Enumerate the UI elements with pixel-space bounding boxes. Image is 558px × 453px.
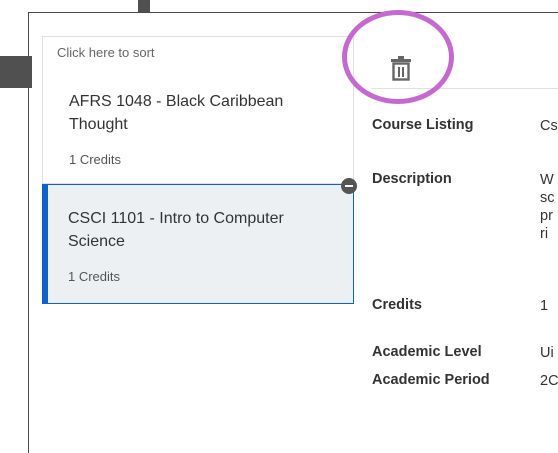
- detail-value: 2C: [540, 373, 558, 389]
- detail-academic-period: Academic Period 2C: [372, 372, 558, 389]
- detail-description: Description W sc pr ri: [372, 171, 555, 242]
- detail-label: Credits: [372, 297, 422, 313]
- detail-value: W sc pr ri: [540, 172, 555, 242]
- detail-course-listing: Course Listing Cs: [372, 117, 558, 134]
- background-bar: [0, 56, 32, 88]
- course-item-afrs-1048[interactable]: AFRS 1048 - Black Caribbean Thought 1 Cr…: [42, 68, 354, 184]
- detail-value: Cs: [540, 118, 558, 134]
- window-fragment: [138, 0, 150, 12]
- course-item-csci-1101[interactable]: CSCI 1101 - Intro to Computer Science 1 …: [42, 184, 354, 304]
- detail-label: Course Listing: [372, 117, 474, 133]
- detail-academic-level: Academic Level Ui: [372, 344, 554, 361]
- sort-input[interactable]: Click here to sort: [42, 36, 354, 68]
- detail-value: Ui: [540, 345, 554, 361]
- course-title: CSCI 1101 - Intro to Computer Science: [68, 210, 284, 250]
- detail-credits: Credits 1: [372, 297, 548, 314]
- detail-value: 1: [540, 298, 549, 314]
- course-list: AFRS 1048 - Black Caribbean Thought 1 Cr…: [42, 68, 354, 304]
- highlight-circle: [342, 10, 454, 104]
- remove-course-icon[interactable]: [341, 178, 357, 194]
- course-credits: 1 Credits: [68, 269, 121, 284]
- detail-label: Academic Period: [372, 372, 490, 388]
- course-credits: 1 Credits: [69, 152, 122, 167]
- detail-label: Academic Level: [372, 344, 482, 360]
- course-title: AFRS 1048 - Black Caribbean Thought: [69, 93, 284, 133]
- detail-label: Description: [372, 171, 452, 187]
